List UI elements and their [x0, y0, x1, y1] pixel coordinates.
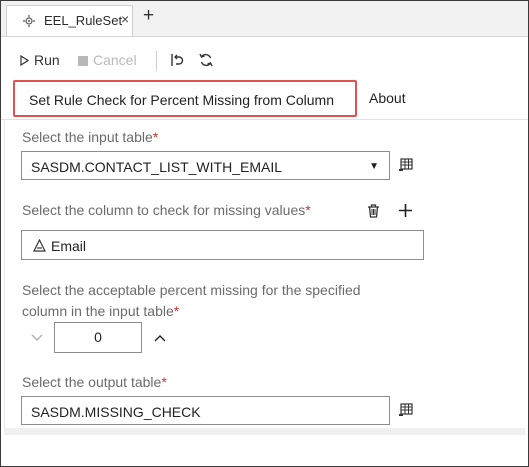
table-browse-icon[interactable] [399, 158, 413, 172]
input-table-label-text: Select the input table [22, 129, 153, 145]
cancel-label: Cancel [93, 52, 137, 68]
input-table-value: SASDM.CONTACT_LIST_WITH_EMAIL [31, 159, 283, 175]
settings-flow-icon [23, 15, 35, 27]
tab-set-rule-check[interactable]: Set Rule Check for Percent Missing from … [13, 80, 357, 117]
tab-bar: EEL_RuleSet × + [1, 1, 528, 37]
stop-icon [78, 56, 88, 66]
required-marker: * [161, 374, 167, 390]
undo-icon[interactable] [169, 52, 185, 68]
output-table-label: Select the output table* [22, 374, 167, 391]
dropdown-arrow-icon: ▼ [369, 161, 379, 172]
close-icon[interactable]: × [121, 11, 129, 27]
tab-about[interactable]: About [369, 90, 406, 106]
trash-icon[interactable] [367, 204, 380, 218]
percent-label: Select the acceptable percent missing fo… [22, 282, 361, 320]
options-tabs: Set Rule Check for Percent Missing from … [1, 79, 528, 120]
chevron-up-icon[interactable] [154, 334, 166, 342]
column-label: Select the column to check for missing v… [22, 202, 311, 219]
panel-divider [4, 120, 5, 432]
add-tab-button[interactable]: + [143, 6, 154, 25]
percent-label-line1: Select the acceptable percent missing fo… [22, 282, 361, 298]
character-column-icon [33, 239, 46, 252]
required-marker: * [305, 202, 311, 218]
run-button[interactable]: Run [20, 52, 60, 68]
refresh-icon[interactable] [198, 52, 214, 68]
play-icon [20, 54, 30, 67]
output-table-value: SASDM.MISSING_CHECK [31, 404, 201, 420]
toolbar: Run Cancel [1, 37, 528, 75]
table-browse-icon[interactable] [399, 403, 413, 417]
percent-label-line2: column in the input table [22, 303, 174, 319]
toolbar-divider [156, 51, 157, 71]
column-value: Email [51, 238, 87, 254]
percent-input[interactable]: 0 [54, 322, 142, 353]
tab-eel-ruleset[interactable]: EEL_RuleSet × [6, 5, 133, 36]
column-list[interactable]: Email [21, 230, 424, 260]
run-label: Run [34, 52, 60, 68]
horizontal-scrollbar[interactable] [4, 428, 525, 435]
app-window: EEL_RuleSet × + Run Cancel Set Rule Chec… [0, 0, 529, 467]
required-marker: * [152, 129, 159, 145]
tab-set-rule-check-label: Set Rule Check for Percent Missing from … [29, 92, 334, 108]
plus-icon[interactable] [399, 204, 412, 217]
required-marker: * [173, 303, 180, 319]
input-table-label: Select the input table* [22, 129, 158, 146]
cancel-button[interactable]: Cancel [78, 52, 137, 68]
chevron-down-icon[interactable] [31, 334, 43, 342]
output-table-input[interactable]: SASDM.MISSING_CHECK [21, 396, 390, 425]
tab-title: EEL_RuleSet [44, 13, 123, 28]
column-label-text: Select the column to check for missing v… [22, 202, 306, 218]
output-table-label-text: Select the output table [22, 374, 162, 390]
input-table-select[interactable]: SASDM.CONTACT_LIST_WITH_EMAIL ▼ [21, 151, 390, 180]
